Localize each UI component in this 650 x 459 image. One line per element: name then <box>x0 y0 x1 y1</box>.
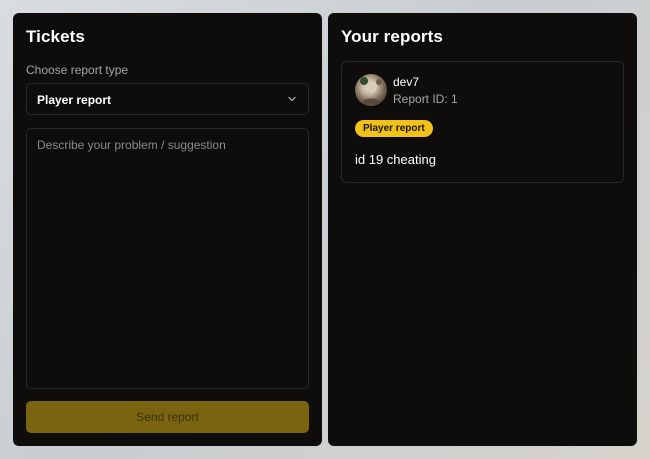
report-type-badge: Player report <box>355 120 433 137</box>
chevron-down-icon <box>288 96 296 102</box>
report-id: Report ID: 1 <box>393 92 458 106</box>
report-card[interactable]: dev7 Report ID: 1 Player report id 19 ch… <box>341 61 624 183</box>
description-textarea[interactable] <box>26 128 309 389</box>
avatar <box>355 74 387 106</box>
report-type-select[interactable]: Player report <box>26 83 309 115</box>
report-message: id 19 cheating <box>355 152 436 167</box>
reports-panel: Your reports dev7 Report ID: 1 Player re… <box>328 13 637 446</box>
report-type-label: Choose report type <box>26 63 129 77</box>
reports-title: Your reports <box>341 27 443 46</box>
reporter-name: dev7 <box>393 75 420 89</box>
tickets-title: Tickets <box>26 27 85 46</box>
tickets-panel: Tickets Choose report type Player report… <box>13 13 322 446</box>
report-type-selected-value: Player report <box>37 93 112 107</box>
send-report-button[interactable]: Send report <box>26 401 309 433</box>
